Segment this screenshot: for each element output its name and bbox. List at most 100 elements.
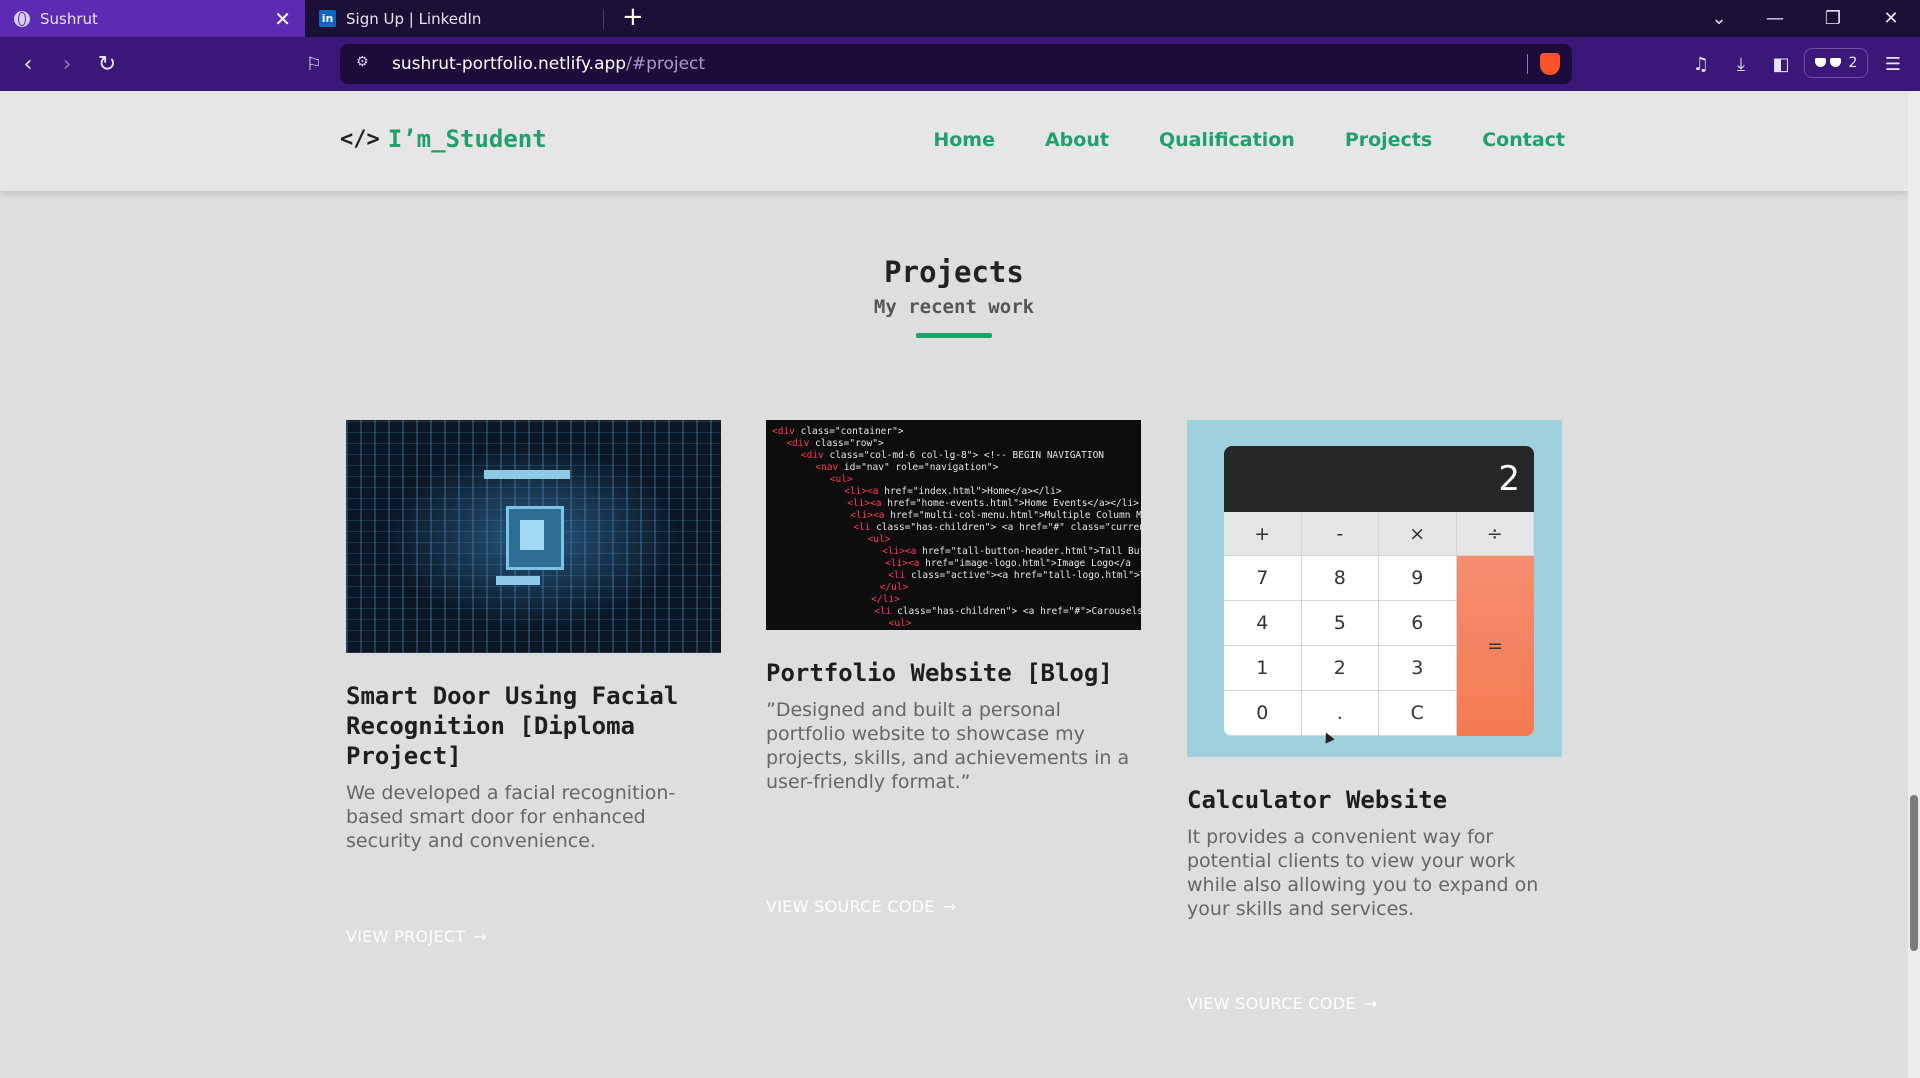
nav-projects[interactable]: Projects: [1345, 129, 1432, 151]
key-3[interactable]: 3: [1379, 646, 1457, 691]
download-icon[interactable]: ⤓: [1728, 51, 1754, 77]
code-line: <li><a href="index.html">Home</a></li>: [787, 486, 1141, 498]
globe-icon: [14, 10, 30, 27]
nav-qualification[interactable]: Qualification: [1159, 129, 1295, 151]
site-settings-icon[interactable]: ⚙: [356, 54, 376, 74]
code-tag: <ul>: [820, 618, 912, 629]
page-viewport: </> I’m_Student Home About Qualification…: [0, 91, 1908, 1078]
nav-about[interactable]: About: [1045, 129, 1109, 151]
tab-list-chevron-icon[interactable]: ⌄: [1694, 0, 1744, 37]
code-tag: <li: [808, 570, 906, 581]
code-brackets-icon: </>: [340, 126, 380, 152]
new-tab-button[interactable]: +: [622, 2, 644, 32]
key-plus[interactable]: +: [1224, 512, 1302, 556]
code-line: <ul>: [799, 534, 1141, 546]
code-tag: <li><a: [790, 498, 882, 509]
code-line: <li class="has-children"> <a href="#">Ca…: [817, 606, 1141, 618]
brave-shields-icon[interactable]: [1540, 53, 1560, 75]
view-source-code-link[interactable]: VIEW SOURCE CODE →: [1187, 994, 1378, 1013]
key-multiply[interactable]: ×: [1379, 512, 1457, 556]
code-attr: class="has-children"> <a href="#">Carous…: [891, 606, 1141, 617]
code-attr: href="image-logo.html">Image Logo</a: [919, 558, 1132, 569]
code-line: </li>: [814, 594, 1141, 606]
code-attr: class="active"><a href="tall-logo.html">…: [905, 570, 1141, 581]
calculator-widget: 2 + - × ÷ 7 8 9 = 4 5 6 1 2 3 0 . C: [1224, 446, 1534, 736]
code-tag: <li><a: [787, 486, 879, 497]
address-bar[interactable]: ⚙ sushrut-portfolio.netlify.app/#project: [340, 44, 1572, 84]
section-title: Projects: [884, 255, 1024, 289]
key-4[interactable]: 4: [1224, 601, 1302, 646]
code-line: <nav id="nav" role="navigation">: [781, 462, 1141, 474]
tab-sushrut[interactable]: Sushrut ✕: [0, 0, 305, 37]
project-description: We developed a facial recognition-based …: [346, 782, 676, 852]
media-icon[interactable]: ♫: [1688, 51, 1714, 77]
code-tag: <div: [775, 438, 810, 449]
brand-logo[interactable]: </> I’m_Student: [340, 125, 547, 153]
code-tag: <div: [778, 450, 824, 461]
private-glasses-icon: [1814, 58, 1841, 68]
page-scrollbar[interactable]: [1908, 91, 1920, 1078]
key-clear[interactable]: C: [1379, 691, 1457, 736]
project-title: Calculator Website: [1187, 786, 1448, 814]
main-nav: Home About Qualification Projects Contac…: [933, 129, 1565, 151]
board-detail: [484, 470, 570, 479]
code-line: <ul>: [784, 474, 1141, 486]
circuit-board-image: [346, 420, 721, 653]
bookmark-icon[interactable]: ⚐: [299, 49, 329, 79]
nav-home[interactable]: Home: [933, 129, 995, 151]
code-attr: href="multi-col-menu.html">Multiple Colu…: [884, 510, 1141, 521]
project-card-smart-door: Smart Door Using Facial Recognition [Dip…: [346, 420, 721, 853]
tab-linkedin[interactable]: in Sign Up | LinkedIn: [305, 0, 603, 37]
url-path: /#project: [626, 54, 706, 74]
code-tag: <li: [796, 522, 871, 533]
minimize-button[interactable]: —: [1750, 0, 1800, 37]
project-card-calculator: 2 + - × ÷ 7 8 9 = 4 5 6 1 2 3 0 . C Calc…: [1187, 420, 1562, 921]
calculator-display: 2: [1224, 446, 1534, 512]
key-8[interactable]: 8: [1301, 556, 1379, 601]
nav-contact[interactable]: Contact: [1482, 129, 1565, 151]
linkedin-icon: in: [319, 10, 336, 27]
key-6[interactable]: 6: [1379, 601, 1457, 646]
key-divide[interactable]: ÷: [1456, 512, 1534, 556]
project-title: Smart Door Using Facial Recognition [Dip…: [346, 682, 679, 770]
key-minus[interactable]: -: [1301, 512, 1379, 556]
code-attr: href="home-events.html">Home Events</a><…: [881, 498, 1139, 509]
code-tag: <nav: [781, 462, 839, 473]
key-1[interactable]: 1: [1224, 646, 1302, 691]
code-line: <div class="row">: [775, 438, 1141, 450]
key-decimal[interactable]: .: [1301, 691, 1379, 736]
code-tag: </ul>: [811, 582, 909, 593]
browser-tab-bar: Sushrut ✕ in Sign Up | LinkedIn + ⌄ — ❐ …: [0, 0, 1920, 37]
code-tag: <ul>: [784, 474, 853, 485]
code-tag: <li><a: [793, 510, 885, 521]
code-tag: <div: [772, 426, 795, 437]
key-5[interactable]: 5: [1301, 601, 1379, 646]
board-detail: [496, 576, 540, 585]
scrollbar-thumb[interactable]: [1910, 795, 1918, 951]
restore-button[interactable]: ❐: [1808, 0, 1858, 37]
close-window-button[interactable]: ✕: [1866, 0, 1916, 37]
sidebar-icon[interactable]: ◧: [1768, 51, 1794, 77]
code-attr: href="index.html">Home</a></li>: [878, 486, 1062, 497]
wallet-button[interactable]: 2: [1804, 48, 1868, 78]
view-project-link[interactable]: VIEW PROJECT →: [346, 927, 487, 946]
code-line: <div class="container">: [772, 426, 1141, 438]
key-7[interactable]: 7: [1224, 556, 1302, 601]
code-line: </ul>: [811, 582, 1141, 594]
key-2[interactable]: 2: [1301, 646, 1379, 691]
code-line: <li><a href="image-logo.html">Image Logo…: [805, 558, 1141, 570]
reload-button[interactable]: ↻: [92, 49, 122, 79]
code-attr: id="nav" role="navigation">: [838, 462, 999, 473]
menu-icon[interactable]: ☰: [1880, 51, 1906, 77]
code-tag: </li>: [814, 594, 900, 605]
key-0[interactable]: 0: [1224, 691, 1302, 736]
tab-title: Sushrut: [40, 9, 98, 28]
key-equals[interactable]: =: [1456, 556, 1534, 736]
key-9[interactable]: 9: [1379, 556, 1457, 601]
forward-button[interactable]: ›: [52, 49, 82, 79]
close-tab-icon[interactable]: ✕: [274, 7, 291, 31]
view-source-code-link[interactable]: VIEW SOURCE CODE →: [766, 897, 957, 916]
project-description: It provides a convenient way for potenti…: [1187, 826, 1539, 920]
board-chip-core: [520, 520, 544, 550]
back-button[interactable]: ‹: [13, 49, 43, 79]
